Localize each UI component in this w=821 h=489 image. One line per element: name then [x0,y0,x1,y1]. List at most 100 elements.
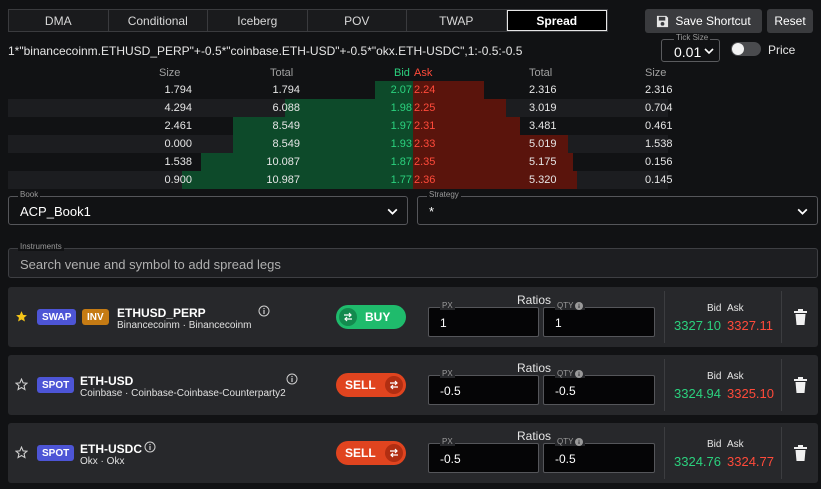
bid-total: 1.794 [272,84,300,96]
ratios-label: Ratios [517,361,552,375]
bid-size: 1.794 [164,84,192,96]
leg-bid-price: 3324.76 [674,454,721,469]
trash-icon[interactable] [794,377,807,393]
px-ratio-input[interactable]: PX -0.5 [428,437,539,473]
spread-leg: SPOT ETH-USDC Okx · Okx SELL Ratios PX -0.5 QTY… [8,423,818,483]
header-ask: Ask [414,67,433,79]
tick-size-select[interactable]: Tick Size 0.01 [661,33,720,62]
px-ratio-input[interactable]: PX 1 [428,301,539,337]
tab-conditional[interactable]: Conditional [109,10,208,31]
badge-spot: SPOT [37,445,75,461]
ratios-label: Ratios [517,429,552,443]
orderbook-row[interactable]: 1.794 1.794 2.07 2.24 2.316 2.316 [8,81,673,99]
badge-spot: SPOT [37,377,75,393]
info-icon[interactable] [258,305,270,317]
orderbook-row[interactable]: 0.000 8.549 1.93 2.33 5.019 1.538 [8,135,673,153]
qty-ratio-value: -0.5 [555,452,576,466]
header-bid: Bid [394,67,410,79]
leg-venue: Coinbase · Coinbase-Coinbase-Counterpart… [80,388,286,399]
bid-price: 2.07 [390,84,412,96]
leg-bid-price: 3327.10 [674,318,721,333]
trash-icon[interactable] [794,445,807,461]
px-ratio-input[interactable]: PX -0.5 [428,369,539,405]
chevron-down-icon [797,208,808,215]
leg-symbol: ETH-USDC [80,442,142,456]
tab-spread[interactable]: Spread [506,10,607,31]
bid-label: Bid [707,439,722,450]
qty-ratio-input[interactable]: QTY 1 [543,301,655,337]
ask-price: 2.31 [414,120,436,132]
save-shortcut-label: Save Shortcut [675,14,751,28]
divider [781,359,782,411]
tab-iceberg[interactable]: Iceberg [208,10,308,31]
bid-label: Bid [707,303,722,314]
qty-ratio-input[interactable]: QTY -0.5 [543,437,655,473]
save-shortcut-button[interactable]: Save Shortcut [645,9,762,33]
reset-button[interactable]: Reset [767,9,813,33]
tab-twap[interactable]: TWAP [407,10,507,31]
bid-price: 1.97 [390,120,412,132]
qty-ratio-input[interactable]: QTY -0.5 [543,369,655,405]
ask-total: 3.019 [529,102,557,114]
info-icon [575,301,584,310]
ask-size: 0.145 [645,174,673,186]
header-total-left: Total [270,67,294,79]
px-label: PX [440,369,455,378]
bid-size: 1.538 [164,156,192,168]
tick-size-value: 0.01 [674,44,702,60]
order-type-tabs: DMA Conditional Iceberg POV TWAP Spread [8,9,608,32]
ask-price: 2.24 [414,84,436,96]
book-label: Book [18,190,41,199]
bid-size: 4.294 [164,102,192,114]
badge-inv: INV [82,309,109,325]
spread-leg: SWAP INV ETHUSD_PERP Binancecoinm · Binance… [8,287,818,347]
tab-dma[interactable]: DMA [9,10,109,31]
star-outline-icon[interactable] [15,446,28,459]
price-toggle[interactable] [731,42,761,56]
bid-price: 1.98 [390,102,412,114]
book-select[interactable]: Book ACP_Book1 [8,190,408,225]
ask-total: 3.481 [529,120,557,132]
instruments-search-input[interactable]: Instruments Search venue and symbol to a… [8,242,818,278]
ask-price: 2.25 [414,102,436,114]
star-outline-icon[interactable] [15,378,28,391]
info-icon[interactable] [286,373,298,385]
leg-symbol: ETH-USD [80,374,134,388]
bid-size: 0.000 [164,138,192,150]
buy-side-button[interactable]: BUY [336,305,406,329]
orderbook-row[interactable]: 4.294 6.088 1.98 2.25 3.019 0.704 [8,99,673,117]
leg-ask-price: 3324.77 [727,454,774,469]
orderbook-row[interactable]: 1.538 10.087 1.87 2.35 5.175 0.156 [8,153,673,171]
badge-swap: SWAP [37,309,77,325]
px-label: PX [440,301,455,310]
qty-ratio-value: 1 [555,316,562,330]
qty-label: QTY [555,437,586,446]
bid-price: 1.87 [390,156,412,168]
header-size-left: Size [159,67,181,79]
trash-icon[interactable] [794,309,807,325]
bid-depth-bar [233,135,413,153]
leg-bid-price: 3324.94 [674,386,721,401]
px-ratio-value: 1 [440,316,447,330]
info-icon[interactable] [144,441,156,453]
tick-size-label: Tick Size [674,33,711,42]
chevron-down-icon [704,48,714,55]
bid-label: Bid [707,371,722,382]
bid-depth-bar [233,117,413,135]
tab-pov[interactable]: POV [308,10,407,31]
sell-side-button[interactable]: SELL [336,441,406,465]
side-label: SELL [345,446,376,460]
bid-price: 1.93 [390,138,412,150]
ask-total: 5.175 [529,156,557,168]
bid-total: 6.088 [272,102,300,114]
orderbook-row[interactable]: 2.461 8.549 1.97 2.31 3.481 0.461 [8,117,673,135]
price-toggle-label: Price [768,43,796,57]
star-filled-icon[interactable] [15,310,28,323]
strategy-select[interactable]: Strategy * [417,190,818,225]
orderbook-row[interactable]: 0.900 10.987 1.77 2.36 5.320 0.145 [8,171,673,189]
ratios-label: Ratios [517,293,552,307]
ask-size: 0.704 [645,102,673,114]
sell-side-button[interactable]: SELL [336,373,406,397]
strategy-value: * [429,204,435,219]
ask-price: 2.36 [414,174,436,186]
